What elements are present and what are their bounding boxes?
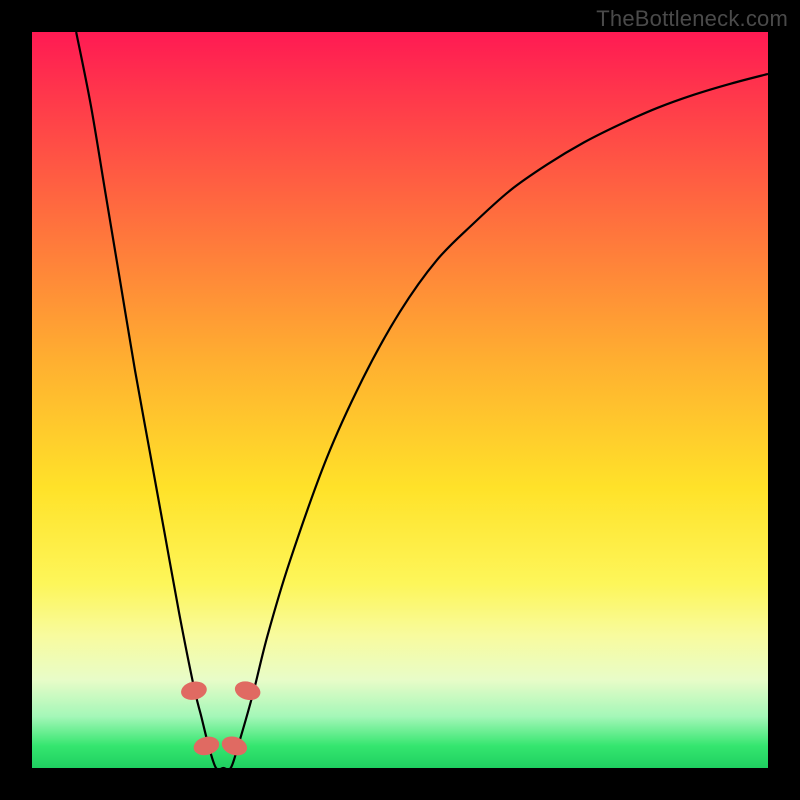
chart-frame: TheBottleneck.com [0, 0, 800, 800]
curve-svg [32, 32, 768, 768]
marker-left-upper [179, 679, 208, 702]
marker-right-lower [219, 733, 249, 758]
watermark-text: TheBottleneck.com [596, 6, 788, 32]
marker-left-lower [192, 734, 222, 758]
bottleneck-curve-path [76, 32, 768, 770]
marker-right-upper [233, 678, 263, 702]
plot-area [32, 32, 768, 768]
marker-group [179, 678, 262, 758]
